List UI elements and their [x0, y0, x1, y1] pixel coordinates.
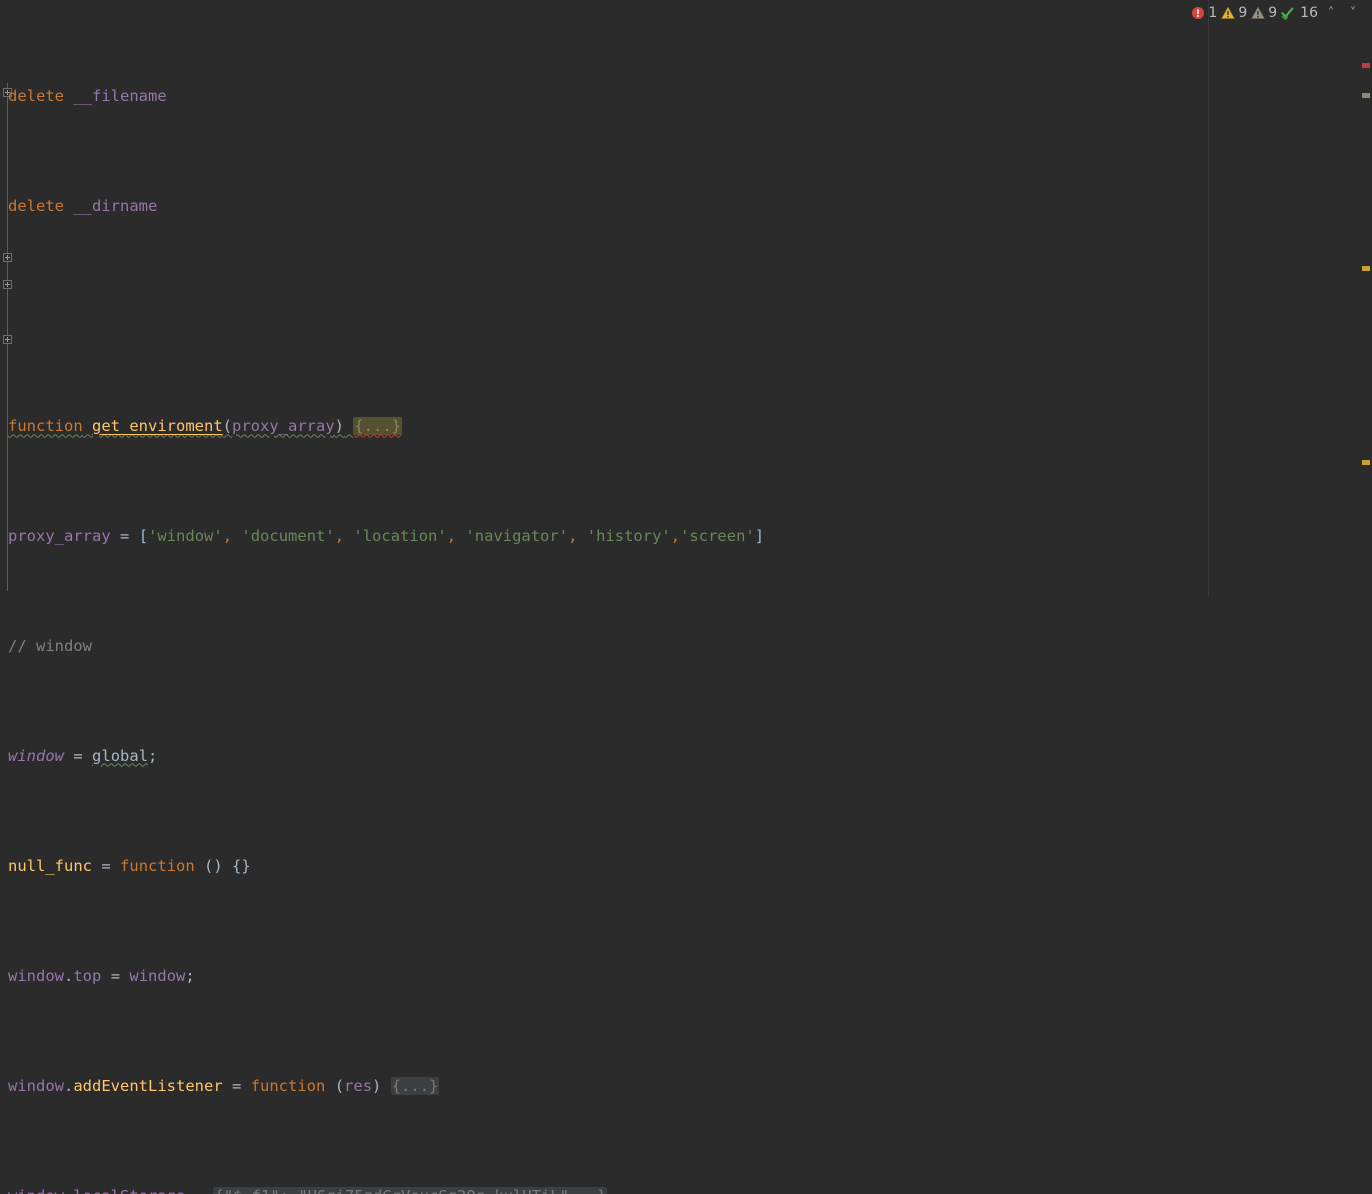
warning-mark[interactable]	[1362, 266, 1370, 271]
variable-proxy-array: proxy_array	[8, 527, 111, 545]
error-stripe-scrollbar[interactable]	[1359, 0, 1372, 597]
weak-warning-icon	[1251, 6, 1265, 20]
ok-check-icon	[1281, 6, 1297, 20]
identifier-dirname: __dirname	[73, 197, 157, 215]
inspection-weak-warnings[interactable]: 9	[1251, 5, 1277, 21]
code-text-area[interactable]: delete __filename delete __dirname funct…	[0, 0, 1372, 1194]
code-line-11[interactable]: window.localStorage = {"$_f1": "H6qi75zd…	[0, 1183, 1372, 1194]
identifier-null-func: null_func	[8, 857, 92, 875]
operator-assign: =	[195, 1187, 204, 1194]
warning-mark[interactable]	[1362, 460, 1370, 465]
string-window: 'window'	[148, 527, 223, 545]
comma: ,	[223, 527, 232, 545]
string-history: 'history'	[587, 527, 671, 545]
identifier-window: window	[129, 967, 185, 985]
operator-assign: =	[73, 747, 82, 765]
dot: .	[64, 1187, 73, 1194]
error-count: 1	[1208, 5, 1217, 21]
operator-assign: =	[232, 1077, 241, 1095]
warning-icon	[1221, 6, 1235, 20]
ok-count: 16	[1300, 5, 1318, 21]
bracket-close: ]	[755, 527, 764, 545]
identifier-window: window	[8, 967, 64, 985]
property-local-storage: localStorage	[73, 1187, 185, 1194]
string-document: 'document'	[241, 527, 334, 545]
comment-window: // window	[8, 637, 92, 655]
keyword-delete: delete	[8, 197, 64, 215]
identifier-window: window	[8, 747, 64, 765]
error-icon	[1191, 6, 1205, 20]
inspection-errors[interactable]: 1	[1191, 5, 1217, 21]
comma: ,	[447, 527, 456, 545]
keyword-function: function	[251, 1077, 326, 1095]
bracket-open: [	[139, 527, 148, 545]
parens-empty: ()	[204, 857, 223, 875]
code-line-1[interactable]: delete __filename	[0, 83, 1372, 111]
function-name-get-enviroment: get_enviroment	[92, 417, 223, 435]
collapsed-localstorage-object[interactable]: {"$_f1": "H6qi75zdGrVoucSq3Oq.kulHTiL"..…	[213, 1187, 607, 1194]
string-screen: 'screen'	[680, 527, 755, 545]
code-line-6[interactable]: // window	[0, 633, 1372, 661]
operator-assign: =	[120, 527, 129, 545]
code-line-10[interactable]: window.addEventListener = function (res)…	[0, 1073, 1372, 1101]
braces-empty: {}	[232, 857, 251, 875]
paren-open: (	[223, 417, 232, 435]
comma: ,	[671, 527, 680, 545]
warning-count: 9	[1238, 5, 1247, 21]
code-line-5[interactable]: proxy_array = ['window', 'document', 'lo…	[0, 523, 1372, 551]
chevron-down-icon[interactable]: ˅	[1344, 6, 1362, 21]
operator-assign: =	[111, 967, 120, 985]
operator-assign: =	[101, 857, 110, 875]
keyword-delete: delete	[8, 87, 64, 105]
param-proxy-array: proxy_array	[232, 417, 335, 435]
string-navigator: 'navigator'	[465, 527, 568, 545]
collapsed-function-body[interactable]: {...}	[353, 417, 402, 435]
semicolon: ;	[185, 967, 194, 985]
code-editor[interactable]: delete __filename delete __dirname funct…	[0, 0, 1372, 597]
inspection-widget[interactable]: 1 9 9 16 ˄ ˅	[1191, 0, 1362, 26]
keyword-function: function	[120, 857, 195, 875]
semicolon: ;	[148, 747, 157, 765]
paren-close: )	[335, 417, 344, 435]
paren-open: (	[335, 1077, 344, 1095]
code-line-3-blank[interactable]	[0, 303, 1372, 331]
comma: ,	[335, 527, 344, 545]
identifier-filename: __filename	[73, 87, 166, 105]
weak-warning-count: 9	[1268, 5, 1277, 21]
identifier-global: global	[92, 747, 148, 765]
paren-close: )	[372, 1077, 381, 1095]
property-add-event-listener: addEventListener	[73, 1077, 222, 1095]
string-location: 'location'	[353, 527, 446, 545]
code-line-2[interactable]: delete __dirname	[0, 193, 1372, 221]
weak-warning-mark[interactable]	[1362, 93, 1370, 98]
code-line-4[interactable]: function get_enviroment(proxy_array) {..…	[0, 413, 1372, 441]
error-mark[interactable]	[1362, 63, 1370, 68]
chevron-up-icon[interactable]: ˄	[1322, 6, 1340, 21]
property-top: top	[73, 967, 101, 985]
identifier-window: window	[8, 1077, 64, 1095]
collapsed-listener-body[interactable]: {...}	[391, 1077, 440, 1095]
code-line-8[interactable]: null_func = function () {}	[0, 853, 1372, 881]
inspection-ok[interactable]: 16	[1281, 5, 1318, 21]
inspection-warnings[interactable]: 9	[1221, 5, 1247, 21]
dot: .	[64, 1077, 73, 1095]
code-line-7[interactable]: window = global;	[0, 743, 1372, 771]
param-res: res	[344, 1077, 372, 1095]
identifier-window: window	[8, 1187, 64, 1194]
comma: ,	[568, 527, 577, 545]
dot: .	[64, 967, 73, 985]
keyword-function: function	[8, 417, 83, 435]
code-line-9[interactable]: window.top = window;	[0, 963, 1372, 991]
